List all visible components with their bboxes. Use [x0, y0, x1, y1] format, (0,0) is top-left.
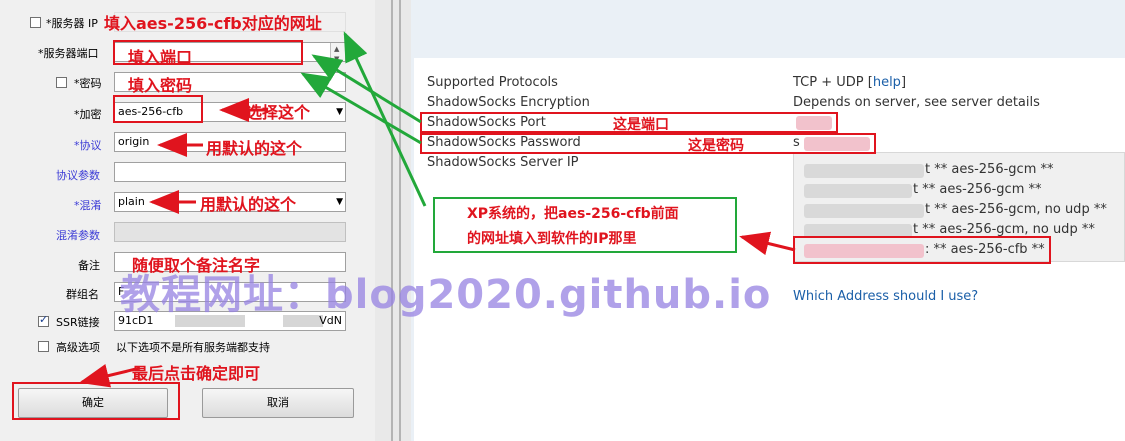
annotation-this-is-password: 这是密码 — [688, 138, 744, 154]
annotation-xp-note-line1: XP系统的，把aes-256-cfb前面 — [467, 206, 679, 222]
annotation-use-default: 用默认的这个 — [206, 139, 303, 158]
arrow-xp-note — [739, 231, 796, 256]
annotation-this-is-port: 这是端口 — [613, 117, 669, 133]
annotation-fill-port: 填入端口 — [128, 48, 193, 67]
annotation-fill-password: 填入密码 — [128, 76, 193, 95]
watermark: 教程网址：blog2020.github.io — [120, 272, 772, 318]
annotation-choose-this: 选择这个 — [246, 103, 311, 122]
annotation-xp-note-line2: 的网址填入到软件的IP那里 — [467, 231, 637, 247]
annotation-use-default: 用默认的这个 — [200, 195, 297, 214]
annotation-fill-address: 填入aes-256-cfb对应的网址 — [104, 14, 322, 33]
arrow-ip-to-field — [343, 31, 427, 207]
annotation-click-ok: 最后点击确定即可 — [132, 364, 261, 383]
